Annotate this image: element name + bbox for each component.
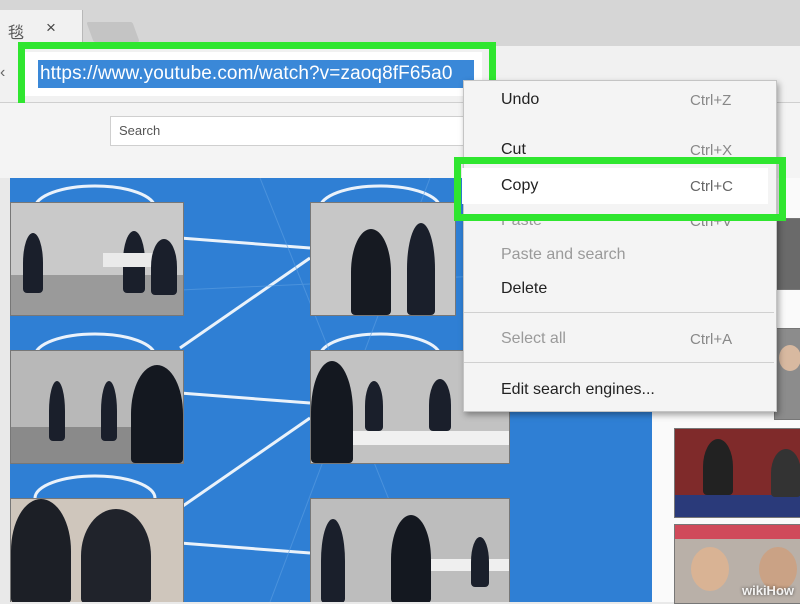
menu-separator	[464, 312, 774, 313]
shortcut-select-all: Ctrl+A	[690, 331, 733, 348]
interview-photo-2	[10, 350, 184, 464]
browser-tab[interactable]: 毯 ×	[0, 10, 83, 46]
tab-strip: 毯 ×	[0, 0, 800, 46]
interview-photo-6	[310, 498, 510, 602]
back-icon[interactable]: ‹	[0, 64, 5, 82]
menu-item-delete[interactable]: Delete	[501, 280, 547, 298]
interview-photo-1	[10, 202, 184, 316]
menu-item-edit-search-engines[interactable]: Edit search engines...	[501, 381, 655, 399]
search-input[interactable]: Search	[110, 116, 472, 146]
related-thumb-3[interactable]	[674, 428, 800, 518]
search-placeholder: Search	[119, 123, 161, 138]
menu-item-paste-and-search[interactable]: Paste and search	[501, 246, 626, 264]
tab-close-button[interactable]: ×	[46, 18, 56, 38]
menu-item-undo[interactable]: Undo	[501, 91, 539, 109]
menu-separator	[464, 362, 774, 363]
tab-title: 毯	[8, 25, 25, 42]
watermark: wikiHow	[741, 583, 794, 598]
address-bar-callout-box	[18, 42, 496, 110]
interview-photo-4	[310, 202, 456, 316]
related-thumb-1[interactable]	[774, 218, 800, 290]
menu-item-select-all[interactable]: Select all	[501, 330, 566, 348]
interview-photo-3	[10, 498, 184, 602]
new-tab-button[interactable]	[86, 22, 140, 42]
shortcut-undo: Ctrl+Z	[690, 92, 732, 109]
copy-callout-box	[454, 157, 786, 221]
related-thumb-2[interactable]	[774, 328, 800, 420]
